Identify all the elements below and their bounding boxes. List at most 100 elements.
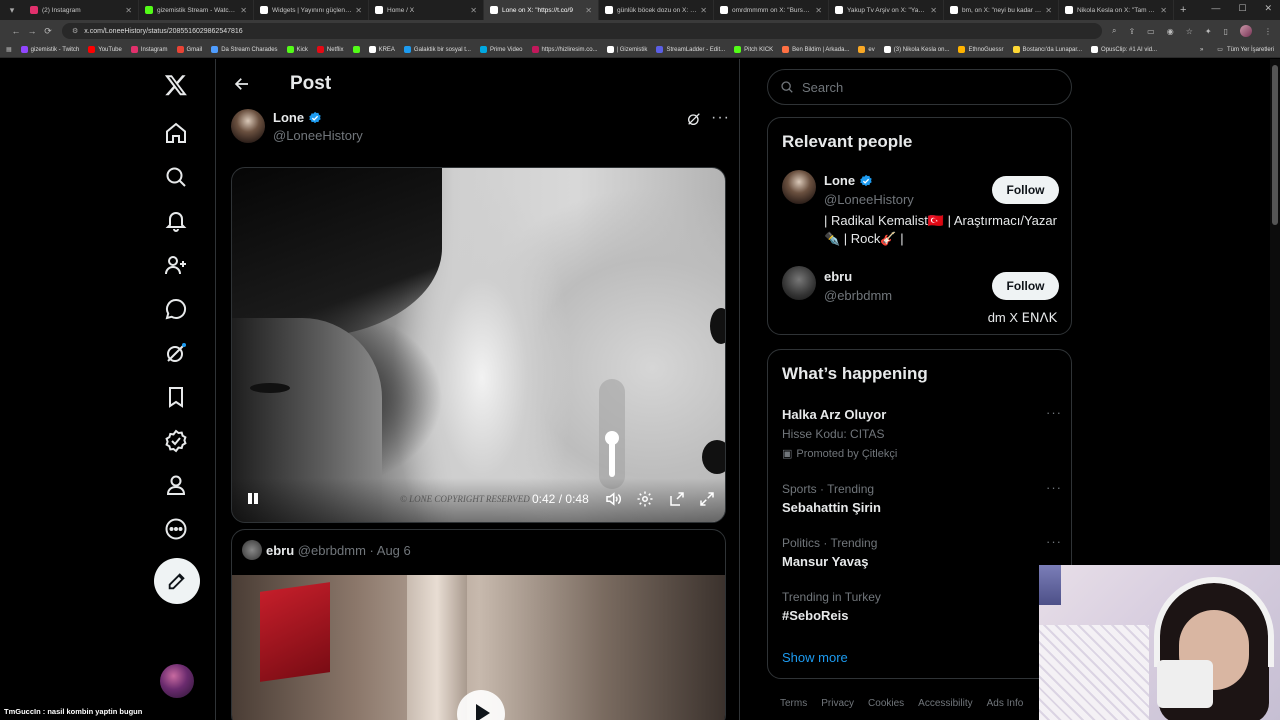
bookmark-item[interactable]: Gmail xyxy=(176,46,202,53)
verified-icon[interactable] xyxy=(154,419,198,463)
person-avatar[interactable] xyxy=(782,170,816,204)
grok-explain-icon[interactable] xyxy=(686,111,702,127)
trend-more-icon[interactable]: ··· xyxy=(1046,480,1062,495)
follow-button[interactable]: Follow xyxy=(992,176,1059,204)
bookmark-item[interactable]: (3) Nikola Kesla on... xyxy=(883,46,949,53)
bookmark-item[interactable]: EthnoGuessr xyxy=(958,46,1004,53)
browser-tab-active[interactable]: Lone on X: "https://t.co/9 ✕ xyxy=(484,0,599,20)
browser-tab[interactable]: gizemistik Stream - Watch Liv ✕ xyxy=(139,0,254,20)
reply-video[interactable] xyxy=(232,575,725,720)
zoom-icon[interactable]: ⌕ xyxy=(1112,26,1116,36)
bookmark-item[interactable]: Kick xyxy=(286,46,308,53)
search-input[interactable] xyxy=(802,79,1042,95)
compose-post-button[interactable] xyxy=(154,558,200,604)
home-icon[interactable] xyxy=(154,111,198,155)
back-icon[interactable]: ← xyxy=(8,26,24,36)
close-window-icon[interactable]: ✕ xyxy=(1264,3,1272,14)
video-player[interactable]: © LONE COPYRIGHT RESERVED 0:42 / 0:48 xyxy=(231,167,726,523)
trend-item[interactable]: Politics · Trending Mansur Yavaş ··· xyxy=(782,534,1062,569)
browser-tab[interactable]: Yakup Tv Arşiv on X: "Yakup T ✕ xyxy=(829,0,944,20)
bookmark-item[interactable]: https://hizliresim.co... xyxy=(531,46,598,53)
bookmark-item[interactable]: gizemistik - Twitch xyxy=(20,46,79,53)
bookmark-item[interactable]: Bostancı'da Lunapar... xyxy=(1012,46,1082,53)
footer-link[interactable]: Ads Info xyxy=(987,698,1024,709)
grok-icon[interactable] xyxy=(154,331,198,375)
site-info-icon[interactable]: ⚙ xyxy=(72,27,78,35)
browser-tab[interactable]: (2) Instagram ✕ xyxy=(24,0,139,20)
close-icon[interactable]: ✕ xyxy=(930,6,937,15)
person-name[interactable]: Lone xyxy=(824,173,873,188)
bookmark-item[interactable]: | Gizemistik xyxy=(606,46,647,53)
cast-icon[interactable]: ▭ xyxy=(1147,27,1155,36)
close-icon[interactable]: ✕ xyxy=(585,6,592,15)
profile-avatar[interactable] xyxy=(1240,25,1252,37)
volume-knob[interactable] xyxy=(605,431,619,445)
person-avatar[interactable] xyxy=(782,266,816,300)
show-more-link[interactable]: Show more xyxy=(782,650,848,665)
close-icon[interactable]: ✕ xyxy=(700,6,707,15)
trend-more-icon[interactable]: ··· xyxy=(1046,534,1062,549)
search-bar[interactable] xyxy=(767,69,1072,105)
browser-menu-icon[interactable]: ⋮ xyxy=(1264,27,1272,36)
minimize-icon[interactable]: — xyxy=(1211,3,1220,14)
bookmark-item[interactable]: Ben Bildim | Arkada... xyxy=(782,46,849,53)
new-tab-icon[interactable]: + xyxy=(1180,4,1186,16)
reply-date[interactable]: Aug 6 xyxy=(377,543,411,558)
back-arrow-icon[interactable] xyxy=(232,74,252,94)
bookmark-item[interactable]: KREA xyxy=(368,46,395,53)
close-icon[interactable]: ✕ xyxy=(1045,6,1052,15)
bookmark-item[interactable]: Instagram xyxy=(130,46,168,53)
person-name[interactable]: ebru xyxy=(824,269,852,284)
bookmark-item[interactable]: StreamLadder - Edit... xyxy=(656,46,725,53)
volume-icon[interactable] xyxy=(604,490,622,508)
reply-name[interactable]: ebru xyxy=(266,543,294,558)
picture-in-picture-icon[interactable] xyxy=(668,490,686,508)
post-more-icon[interactable]: ··· xyxy=(711,109,730,127)
close-icon[interactable]: ✕ xyxy=(355,6,362,15)
bookmark-item[interactable]: Prime Video xyxy=(479,46,523,53)
search-icon[interactable] xyxy=(154,155,198,199)
bookmark-icon[interactable] xyxy=(154,375,198,419)
author-avatar[interactable] xyxy=(231,109,265,143)
bell-icon[interactable] xyxy=(154,199,198,243)
scrollbar-thumb[interactable] xyxy=(1272,65,1278,225)
profile-icon[interactable] xyxy=(154,463,198,507)
bookmark-item[interactable] xyxy=(352,46,360,53)
trend-item[interactable]: Trending in Turkey #SeboReis xyxy=(782,590,1062,623)
follow-button[interactable]: Follow xyxy=(992,272,1059,300)
footer-link[interactable]: Privacy xyxy=(821,698,854,709)
add-user-icon[interactable] xyxy=(154,243,198,287)
maximize-icon[interactable]: ☐ xyxy=(1238,3,1246,14)
forward-icon[interactable]: → xyxy=(24,26,40,36)
footer-link[interactable]: Terms xyxy=(780,698,807,709)
extensions-icon[interactable]: ✦ xyxy=(1205,27,1212,36)
x-logo-icon[interactable] xyxy=(154,63,198,107)
person-handle[interactable]: @LoneeHistory xyxy=(824,192,914,207)
browser-tab[interactable]: bm, on X: "neyi bu kadar büyü ✕ xyxy=(944,0,1059,20)
url-field[interactable]: ⚙ x.com/LoneeHistory/status/208551602986… xyxy=(62,23,1102,39)
bookmark-item[interactable]: Netflix xyxy=(316,46,344,53)
account-avatar[interactable] xyxy=(160,664,194,698)
bookmark-item[interactable]: Pitch KICK xyxy=(734,46,773,53)
tab-search-icon[interactable]: ▾ xyxy=(6,4,18,16)
browser-tab[interactable]: Home / X ✕ xyxy=(369,0,484,20)
star-icon[interactable]: ☆ xyxy=(1186,27,1193,36)
bookmark-item[interactable]: OpusClip: #1 AI vid... xyxy=(1091,46,1157,53)
browser-tab[interactable]: omrdmmmm on X: "Bursaspo ✕ xyxy=(714,0,829,20)
author-handle[interactable]: @LoneeHistory xyxy=(273,128,363,143)
more-icon[interactable] xyxy=(154,507,198,551)
close-icon[interactable]: ✕ xyxy=(240,6,247,15)
pause-icon[interactable] xyxy=(246,492,260,506)
chevron-right-icon[interactable]: » xyxy=(1200,47,1203,53)
apps-icon[interactable]: ▦ xyxy=(6,46,12,53)
close-icon[interactable]: ✕ xyxy=(470,6,477,15)
eye-icon[interactable]: ◉ xyxy=(1167,27,1174,36)
browser-tab[interactable]: Nikola Kesla on X: "Tam ben o ✕ xyxy=(1059,0,1174,20)
chat-icon[interactable] xyxy=(154,287,198,331)
sidepanel-icon[interactable]: ▯ xyxy=(1224,27,1228,36)
author-name[interactable]: Lone xyxy=(273,110,322,125)
fullscreen-icon[interactable] xyxy=(698,490,716,508)
share-icon[interactable]: ⇪ xyxy=(1128,27,1135,36)
bookmark-item[interactable]: Galaktik bir sosyal t... xyxy=(403,46,471,53)
reload-icon[interactable]: ⟳ xyxy=(40,26,56,37)
